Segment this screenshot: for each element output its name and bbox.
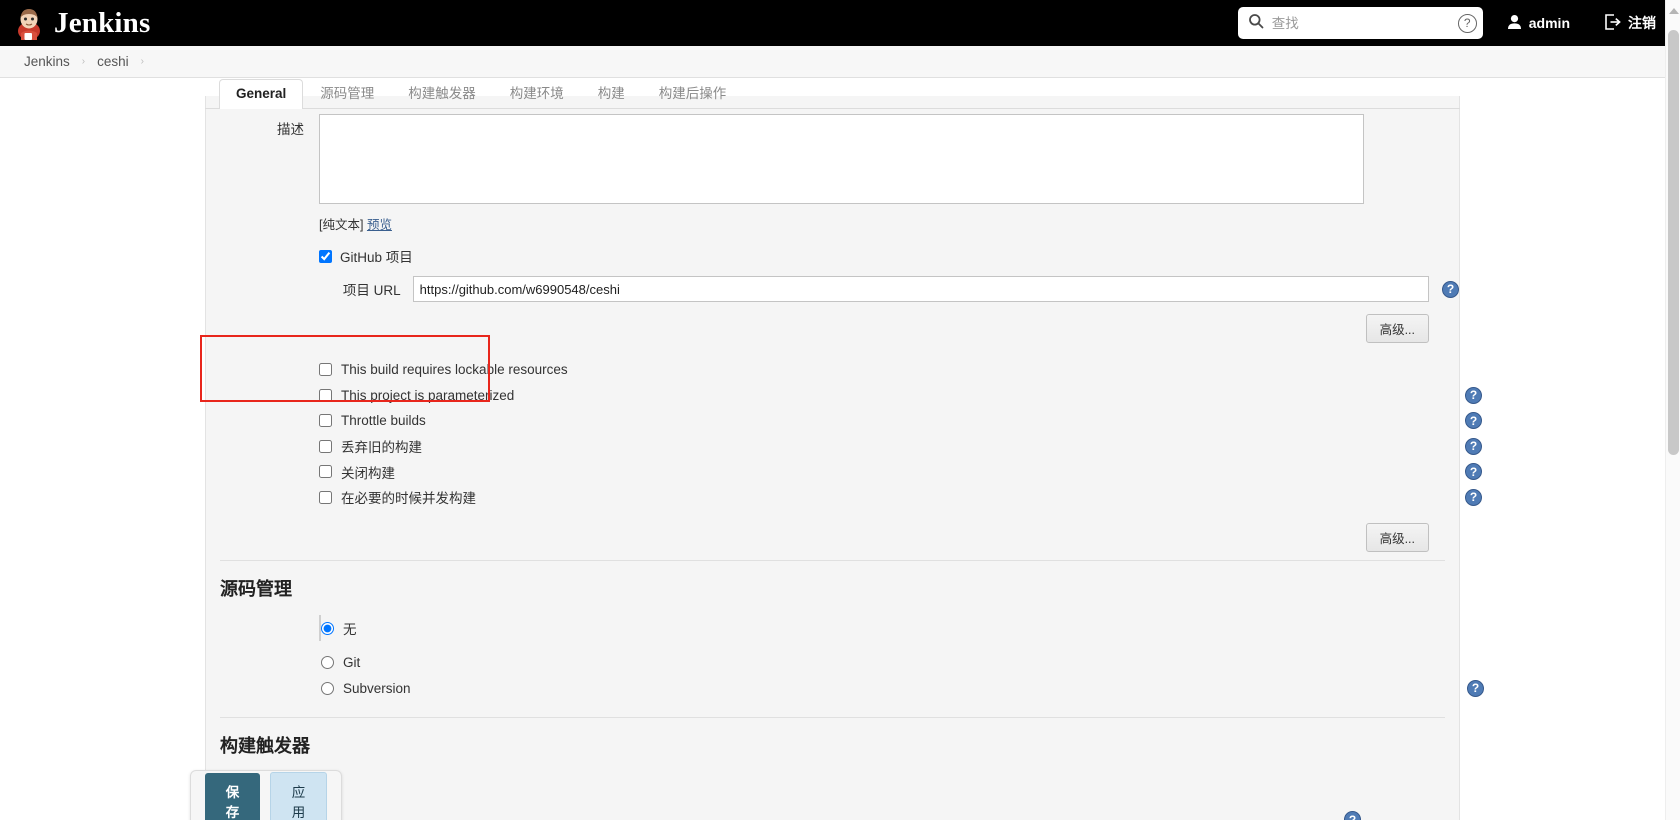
search-box[interactable]: ? <box>1237 7 1483 39</box>
tab-build[interactable]: 构建 <box>581 79 642 109</box>
breadcrumb-item-ceshi[interactable]: ceshi <box>97 54 129 69</box>
option-disable-build-label: 关闭构建 <box>341 465 395 481</box>
option-parameterized-help-icon[interactable]: ? <box>1465 386 1482 404</box>
scm-option-subversion-label: Subversion <box>343 680 411 696</box>
scm-option-subversion[interactable]: Subversion ? <box>319 675 1484 701</box>
project-url-label: 项目 URL <box>342 283 401 298</box>
logout-button[interactable]: 注销 <box>1604 13 1656 33</box>
scm-radio-list: 无 Git Subversion ? <box>206 615 1484 701</box>
option-parameterized-label: This project is parameterized <box>341 387 515 403</box>
scm-option-git-radio[interactable] <box>321 655 334 669</box>
breadcrumb-separator-2: › <box>140 56 144 67</box>
description-footer: [纯文本] 预览 <box>319 214 1429 233</box>
configuration-page: General 源码管理 构建触发器 构建环境 构建 构建后操作 描述 [纯文本… <box>0 78 1680 820</box>
tab-post-build-actions[interactable]: 构建后操作 <box>642 79 744 109</box>
scroll-up-arrow-icon[interactable] <box>1669 8 1679 14</box>
github-project-block: GitHub 项目 项目 URL ? <box>206 245 1459 302</box>
project-url-row: 项目 URL ? <box>319 276 1459 302</box>
scm-option-git-label: Git <box>343 654 361 670</box>
option-throttle-builds-help-icon[interactable]: ? <box>1465 412 1482 430</box>
option-concurrent-builds[interactable]: 在必要的时候并发构建 ? <box>319 485 1482 511</box>
jenkins-butler-icon <box>14 7 44 40</box>
github-project-checkbox[interactable] <box>319 249 332 263</box>
project-url-input[interactable] <box>412 276 1429 302</box>
apply-button[interactable]: 应用 <box>270 772 327 820</box>
option-discard-old-builds-checkbox[interactable] <box>319 439 332 453</box>
description-label: 描述 <box>277 122 304 137</box>
option-lockable-resources-checkbox[interactable] <box>319 363 332 377</box>
advanced-button-top[interactable]: 高级... <box>1365 314 1429 343</box>
option-lockable-resources-label: This build requires lockable resources <box>341 362 568 378</box>
option-concurrent-builds-label: 在必要的时候并发构建 <box>341 491 476 507</box>
github-project-row[interactable]: GitHub 项目 <box>319 245 1459 267</box>
save-button[interactable]: 保存 <box>205 773 260 820</box>
tab-build-triggers[interactable]: 构建触发器 <box>391 79 493 109</box>
page-scrollbar[interactable] <box>1665 0 1680 820</box>
option-throttle-builds-label: Throttle builds <box>341 413 426 429</box>
scm-option-subversion-radio[interactable] <box>321 681 334 695</box>
breadcrumb-separator: › <box>81 56 86 67</box>
person-icon <box>1507 14 1522 33</box>
triggers-section-title: 构建触发器 <box>220 736 310 756</box>
scm-option-none[interactable]: 无 <box>319 615 1459 641</box>
option-throttle-builds-checkbox[interactable] <box>319 414 332 428</box>
option-disable-build-help-icon[interactable]: ? <box>1465 463 1482 481</box>
scm-option-git[interactable]: Git <box>319 649 1459 675</box>
description-row: 描述 [纯文本] 预览 <box>206 114 1459 233</box>
tab-general[interactable]: General <box>219 79 304 109</box>
option-throttle-builds[interactable]: Throttle builds ? <box>319 408 1482 434</box>
general-options-list: This build requires lockable resources T… <box>206 357 1482 511</box>
option-parameterized-checkbox[interactable] <box>319 388 332 402</box>
logout-arrow-icon <box>1604 13 1621 33</box>
config-tab-bar: General 源码管理 构建触发器 构建环境 构建 构建后操作 <box>205 78 1460 109</box>
project-url-help-icon[interactable]: ? <box>1442 280 1459 298</box>
scm-option-none-radio[interactable] <box>321 621 334 635</box>
preview-link[interactable]: 预览 <box>367 218 392 232</box>
scrollbar-thumb[interactable] <box>1668 30 1679 455</box>
question-circle-icon[interactable]: ? <box>1457 13 1477 33</box>
github-project-label: GitHub 项目 <box>340 250 413 265</box>
option-disable-build[interactable]: 关闭构建 ? <box>319 459 1482 485</box>
top-bar-right-group: ? admin 注销 <box>1237 0 1680 46</box>
advanced-row-bottom: 高级... <box>206 523 1459 552</box>
jenkins-title: Jenkins <box>54 6 151 39</box>
search-input[interactable] <box>1263 14 1458 32</box>
scm-option-none-label: 无 <box>343 622 357 637</box>
tab-source-code-management[interactable]: 源码管理 <box>303 79 391 109</box>
advanced-button-bottom[interactable]: 高级... <box>1365 523 1429 552</box>
general-config-panel: 描述 [纯文本] 预览 GitHub 项目 项目 URL https://git… <box>205 96 1484 820</box>
user-label: admin <box>1528 15 1570 31</box>
tab-build-environment[interactable]: 构建环境 <box>493 79 581 109</box>
floating-save-bar: 保存 应用 <box>190 770 342 820</box>
jenkins-brand-home-link[interactable]: Jenkins <box>14 6 151 40</box>
scm-option-subversion-help-icon[interactable]: ? <box>1467 679 1484 697</box>
scm-section-title: 源码管理 <box>220 579 292 599</box>
option-concurrent-builds-help-icon[interactable]: ? <box>1465 488 1482 506</box>
plaintext-label: [纯文本] <box>319 218 364 232</box>
description-textarea[interactable] <box>319 114 1364 204</box>
breadcrumb: Jenkins › ceshi › <box>0 46 1680 78</box>
option-discard-old-builds[interactable]: 丢弃旧的构建 ? <box>319 434 1482 460</box>
option-discard-old-builds-label: 丢弃旧的构建 <box>341 440 422 456</box>
option-disable-build-checkbox[interactable] <box>319 465 332 479</box>
option-concurrent-builds-checkbox[interactable] <box>319 490 332 504</box>
option-discard-old-builds-help-icon[interactable]: ? <box>1465 437 1482 455</box>
breadcrumb-item-jenkins[interactable]: Jenkins <box>24 54 70 69</box>
user-menu-admin[interactable]: admin <box>1507 14 1570 33</box>
search-icon <box>1248 13 1264 34</box>
advanced-row-top: 高级... <box>206 314 1459 343</box>
top-navigation-bar: Jenkins ? admin <box>0 0 1680 46</box>
option-parameterized[interactable]: This project is parameterized ? <box>319 383 1482 409</box>
logout-label: 注销 <box>1628 15 1656 31</box>
option-lockable-resources[interactable]: This build requires lockable resources <box>319 357 1459 383</box>
